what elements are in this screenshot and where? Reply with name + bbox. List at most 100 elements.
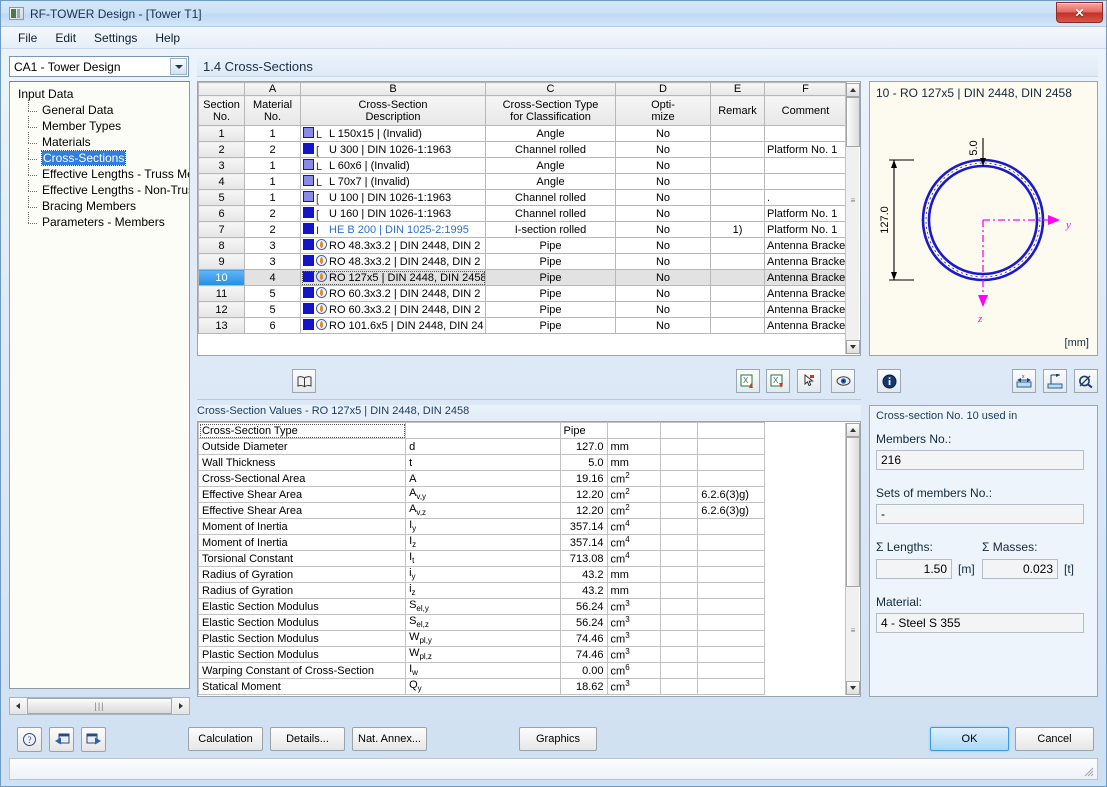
remark-cell[interactable] bbox=[710, 301, 765, 318]
row-number-cell[interactable]: 12 bbox=[198, 301, 245, 318]
cross-section-description-cell[interactable]: [U 100 | DIN 1026-1:1963 bbox=[300, 189, 486, 206]
book-icon[interactable] bbox=[292, 369, 316, 393]
previous-icon[interactable] bbox=[49, 727, 74, 752]
comment-cell[interactable] bbox=[764, 157, 847, 174]
cross-section-type-cell[interactable]: I-section rolled bbox=[485, 221, 616, 238]
remark-cell[interactable] bbox=[710, 173, 765, 190]
excel-import-icon[interactable]: X bbox=[736, 369, 760, 393]
material-no-cell[interactable]: 2 bbox=[244, 141, 301, 158]
scrollbar-thumb[interactable]: ||| bbox=[27, 698, 172, 714]
optimize-cell[interactable]: No bbox=[615, 173, 711, 190]
remark-cell[interactable] bbox=[710, 141, 765, 158]
sidebar-item-cross-sections[interactable]: Cross-Sections bbox=[26, 148, 189, 166]
row-number-cell[interactable]: 13 bbox=[198, 317, 245, 334]
optimize-cell[interactable]: No bbox=[615, 317, 711, 334]
hide-dimensions-icon[interactable] bbox=[1074, 369, 1098, 393]
material-no-cell[interactable]: 1 bbox=[244, 173, 301, 190]
cross-section-description-cell[interactable]: RO 60.3x3.2 | DIN 2448, DIN 2 bbox=[300, 285, 486, 302]
material-no-cell[interactable]: 2 bbox=[244, 221, 301, 238]
optimize-cell[interactable]: No bbox=[615, 301, 711, 318]
values-vertical-scrollbar[interactable]: ≡ bbox=[845, 423, 860, 695]
design-case-select[interactable]: CA1 - Tower Design bbox=[9, 56, 189, 77]
cross-section-type-cell[interactable]: Pipe bbox=[485, 285, 616, 302]
scroll-right-icon[interactable] bbox=[173, 698, 189, 714]
comment-cell[interactable]: Antenna Bracket N bbox=[764, 269, 847, 286]
cross-section-description-cell[interactable]: [U 160 | DIN 1026-1:1963 bbox=[300, 205, 486, 222]
optimize-cell[interactable]: No bbox=[615, 189, 711, 206]
scroll-up-icon[interactable] bbox=[846, 423, 860, 437]
row-number-cell[interactable]: 3 bbox=[198, 157, 245, 174]
cross-section-description-cell[interactable]: RO 48.3x3.2 | DIN 2448, DIN 2 bbox=[300, 237, 486, 254]
sidebar-item-bracing-members[interactable]: Bracing Members bbox=[26, 196, 189, 214]
remark-cell[interactable] bbox=[710, 317, 765, 334]
col-letter-f[interactable]: F bbox=[764, 82, 847, 96]
details-button[interactable]: Details... bbox=[270, 727, 345, 751]
table-row[interactable]: 13 6 RO 101.6x5 | DIN 2448, DIN 24 Pipe No An… bbox=[198, 317, 847, 334]
material-no-cell[interactable]: 1 bbox=[244, 125, 301, 142]
row-number-cell[interactable]: 8 bbox=[198, 237, 245, 254]
remark-cell[interactable] bbox=[710, 205, 765, 222]
remark-cell[interactable]: 1) bbox=[710, 221, 765, 238]
menu-file[interactable]: File bbox=[9, 28, 46, 48]
row-number-cell[interactable]: 9 bbox=[198, 253, 245, 270]
next-icon[interactable] bbox=[81, 727, 106, 752]
table-row[interactable]: 6 2 [U 160 | DIN 1026-1:1963 Channel rolled… bbox=[198, 205, 847, 222]
cross-section-type-cell[interactable]: Pipe bbox=[485, 301, 616, 318]
ok-button[interactable]: OK bbox=[930, 727, 1009, 751]
dimension-vertical-icon[interactable] bbox=[1043, 369, 1067, 393]
sidebar-item-effective-lengths-non-truss[interactable]: Effective Lengths - Non-Truss M bbox=[26, 180, 189, 198]
optimize-cell[interactable]: No bbox=[615, 205, 711, 222]
comment-cell[interactable] bbox=[764, 125, 847, 142]
row-number-cell[interactable]: 1 bbox=[198, 125, 245, 142]
comment-cell[interactable]: Platform No. 1 bbox=[764, 221, 847, 238]
optimize-cell[interactable]: No bbox=[615, 253, 711, 270]
optimize-cell[interactable]: No bbox=[615, 285, 711, 302]
cross-section-description-cell[interactable]: RO 101.6x5 | DIN 2448, DIN 24 bbox=[300, 317, 486, 334]
optimize-cell[interactable]: No bbox=[615, 269, 711, 286]
optimize-cell[interactable]: No bbox=[615, 237, 711, 254]
comment-cell[interactable]: . bbox=[764, 189, 847, 206]
col-letter-e[interactable]: E bbox=[710, 82, 765, 96]
table-row[interactable]: 2 2 [U 300 | DIN 1026-1:1963 Channel rolled… bbox=[198, 141, 847, 158]
table-row[interactable]: 10 4 RO 127x5 | DIN 2448, DIN 2458 Pipe No An… bbox=[198, 269, 847, 286]
row-number-cell[interactable]: 2 bbox=[198, 141, 245, 158]
view-icon[interactable] bbox=[831, 369, 855, 393]
remark-cell[interactable] bbox=[710, 125, 765, 142]
remark-cell[interactable] bbox=[710, 269, 765, 286]
comment-cell[interactable]: Platform No. 1 bbox=[764, 205, 847, 222]
row-number-cell[interactable]: 5 bbox=[198, 189, 245, 206]
optimize-cell[interactable]: No bbox=[615, 157, 711, 174]
comment-cell[interactable] bbox=[764, 173, 847, 190]
table-row[interactable]: 11 5 RO 60.3x3.2 | DIN 2448, DIN 2 Pipe No An… bbox=[198, 285, 847, 302]
sidebar-item-parameters-members[interactable]: Parameters - Members bbox=[26, 212, 189, 230]
cross-section-type-cell[interactable]: Pipe bbox=[485, 237, 616, 254]
tree-root-input-data[interactable]: Input Data bbox=[16, 86, 189, 102]
table-row[interactable]: 12 5 RO 60.3x3.2 | DIN 2448, DIN 2 Pipe No An… bbox=[198, 301, 847, 318]
cross-section-type-cell[interactable]: Pipe bbox=[485, 253, 616, 270]
cross-section-description-cell[interactable]: L L 70x7 | (Invalid) bbox=[300, 173, 486, 190]
table-row[interactable]: 11 L L 150x15 | (Invalid) Angle No bbox=[198, 125, 847, 142]
material-no-cell[interactable]: 4 bbox=[244, 269, 301, 286]
cross-section-type-cell[interactable]: Angle bbox=[485, 173, 616, 190]
table-row[interactable]: 41 L L 70x7 | (Invalid) Angle No bbox=[198, 173, 847, 190]
table-row[interactable]: 8 3 RO 48.3x3.2 | DIN 2448, DIN 2 Pipe No Ant… bbox=[198, 237, 847, 254]
remark-cell[interactable] bbox=[710, 189, 765, 206]
optimize-cell[interactable]: No bbox=[615, 221, 711, 238]
material-no-cell[interactable]: 5 bbox=[244, 301, 301, 318]
resize-grip-icon[interactable] bbox=[1082, 765, 1094, 777]
scroll-down-icon[interactable] bbox=[846, 681, 860, 695]
pick-icon[interactable] bbox=[797, 369, 821, 393]
table-row[interactable]: 7 2 I HE B 200 | DIN 1025-2:1995 I-section r… bbox=[198, 221, 847, 238]
cross-section-description-cell[interactable]: I HE B 200 | DIN 1025-2:1995 bbox=[300, 221, 486, 238]
menu-help[interactable]: Help bbox=[146, 28, 189, 48]
col-letter-c[interactable]: C bbox=[485, 82, 616, 96]
row-number-cell[interactable]: 7 bbox=[198, 221, 245, 238]
calculation-button[interactable]: Calculation bbox=[188, 727, 263, 751]
row-number-cell[interactable]: 4 bbox=[198, 173, 245, 190]
material-no-cell[interactable]: 3 bbox=[244, 237, 301, 254]
col-letter-a[interactable]: A bbox=[244, 82, 301, 96]
cross-section-description-cell[interactable]: L L 150x15 | (Invalid) bbox=[300, 125, 486, 142]
menu-settings[interactable]: Settings bbox=[85, 28, 146, 48]
material-no-cell[interactable]: 5 bbox=[244, 285, 301, 302]
help-icon[interactable]: ? bbox=[17, 727, 42, 752]
